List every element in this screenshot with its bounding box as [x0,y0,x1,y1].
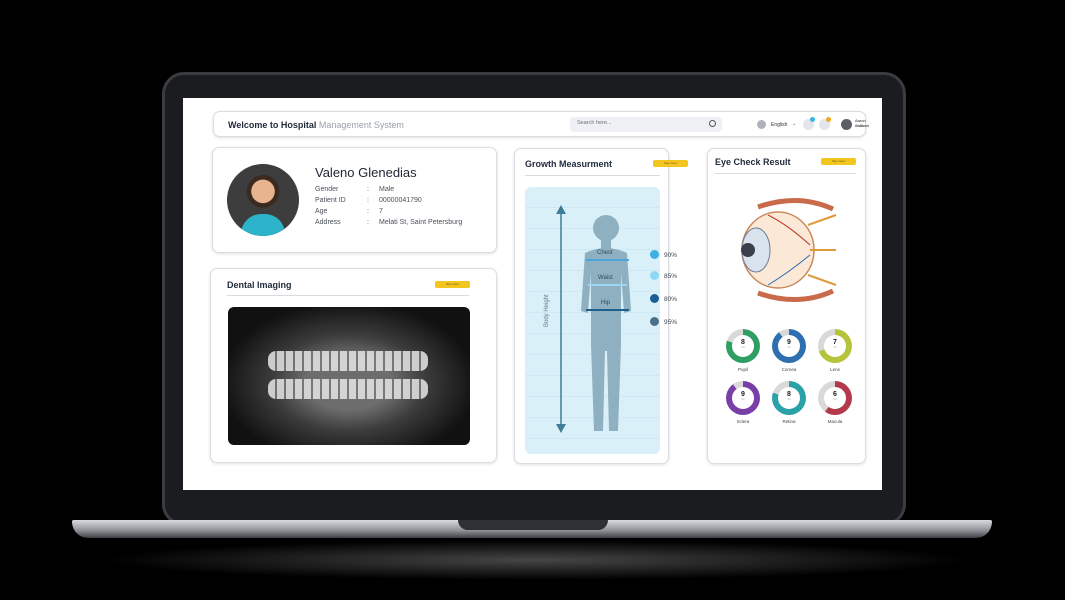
body-height-label: Body Height [544,294,550,327]
growth-measurement-card: Growth Measurment See more Chest Waist H… [514,148,688,464]
chevron-down-icon[interactable]: ⌄ [792,121,796,127]
search-box[interactable]: Search here... [570,117,722,132]
gauge-value: 9 [741,391,745,398]
patient-card: Valeno Glenedias Gender: Male Patient ID:… [212,147,497,253]
patient-age-row: Age:7 [315,208,383,215]
gauge-value: 8 [741,339,745,346]
divider [525,175,660,176]
chest-line [586,259,629,261]
arrow-up-icon [556,205,566,214]
retina-gauge: 8/10 [772,381,806,415]
notification-button[interactable] [803,117,815,130]
field-label: Age [315,208,328,215]
gauge-sub: /10 [741,398,745,401]
eye-see-more-button[interactable]: See more [821,158,856,165]
field-label: Patient ID [315,197,346,204]
patient-photo [227,164,299,236]
app-title-light: Management System [318,120,404,130]
waist-line [588,284,627,286]
gauge-value: 6 [833,391,837,398]
cornea-gauge: 9/10 [772,329,806,363]
message-button[interactable] [819,117,831,130]
divider [227,295,469,296]
dental-xray-image [228,307,470,445]
gauge-value: 7 [833,339,837,346]
hip-line [586,309,629,311]
app-title-bold: Welcome to Hospital [228,120,317,130]
patient-gender-row: Gender: Male [315,186,395,193]
cornea-label: Cornea [781,367,797,372]
dental-title: Dental Imaging [227,280,292,290]
notification-badge [810,117,815,122]
legend-value: 95% [664,319,678,326]
pupil-label: Pupil [737,367,748,372]
legend-value: 90% [664,252,678,259]
macula-gauge: 6/10 [818,381,852,415]
gauge-sub: /10 [833,398,837,401]
growth-title: Growth Measurment [525,159,613,169]
eye-check-card: Eye Check Result See more 8/10 Pupil 9/1… [707,148,866,464]
message-badge [826,117,831,122]
user-role: Admin [855,124,865,128]
legend-dot [650,250,659,259]
app-title: Welcome to Hospital Management System [228,120,404,130]
field-value: Male [379,186,395,193]
patient-name: Valeno Glenedias [315,165,417,180]
sclera-label: Sclera [736,419,750,424]
search-input[interactable]: Search here... [577,120,612,126]
growth-see-more-button[interactable]: See more [653,160,688,167]
lens-label: Lens [830,367,840,372]
divider [715,173,856,174]
arrow-down-icon [556,424,566,433]
gauge-value: 9 [787,339,791,346]
chest-label: Chest [597,250,613,256]
legend-dot [650,271,659,280]
legend-value: 85% [664,273,678,280]
legend-value: 80% [664,296,678,303]
hip-label: Hip [601,300,611,306]
dental-see-more-button[interactable]: See more [435,281,470,288]
sclera-gauge: 9/10 [726,381,760,415]
field-value: 7 [379,208,383,215]
user-avatar[interactable] [841,119,852,130]
gauge-sub: /10 [833,346,837,349]
gauge-value: 8 [787,391,791,398]
gauge-sub: /10 [741,346,745,349]
macula-label: Macula [827,419,843,424]
field-value: Melati St, Saint Petersburg [379,219,463,226]
eye-anatomy-illustration [741,197,837,303]
retina-label: Retina [782,419,796,424]
pupil-gauge: 8/10 [726,329,760,363]
patient-address-row: Address: Melati St, Saint Petersburg [315,219,463,226]
top-bar: Welcome to Hospital Management System Se… [213,111,869,137]
app-screen: Welcome to Hospital Management System Se… [183,98,882,490]
field-label: Gender [315,186,339,193]
field-value: 00000041790 [379,197,422,204]
dental-imaging-card: Dental Imaging See more [210,268,497,463]
legend-dot [650,294,659,303]
lens-gauge: 7/10 [818,329,852,363]
legend-dot [650,317,659,326]
laptop-notch [458,520,608,530]
gauge-sub: /10 [787,398,791,401]
eye-title: Eye Check Result [715,157,791,167]
field-label: Address [315,219,341,226]
waist-label: Waist [598,275,613,281]
flag-icon [757,120,766,129]
figure-head [593,215,619,241]
laptop-mockup: Welcome to Hospital Management System Se… [0,0,1065,600]
language-selector[interactable]: English [771,122,787,128]
gauge-sub: /10 [787,346,791,349]
laptop-shadow [100,540,970,580]
search-icon[interactable] [709,120,716,127]
patient-id-row: Patient ID:00000041790 [315,197,422,204]
